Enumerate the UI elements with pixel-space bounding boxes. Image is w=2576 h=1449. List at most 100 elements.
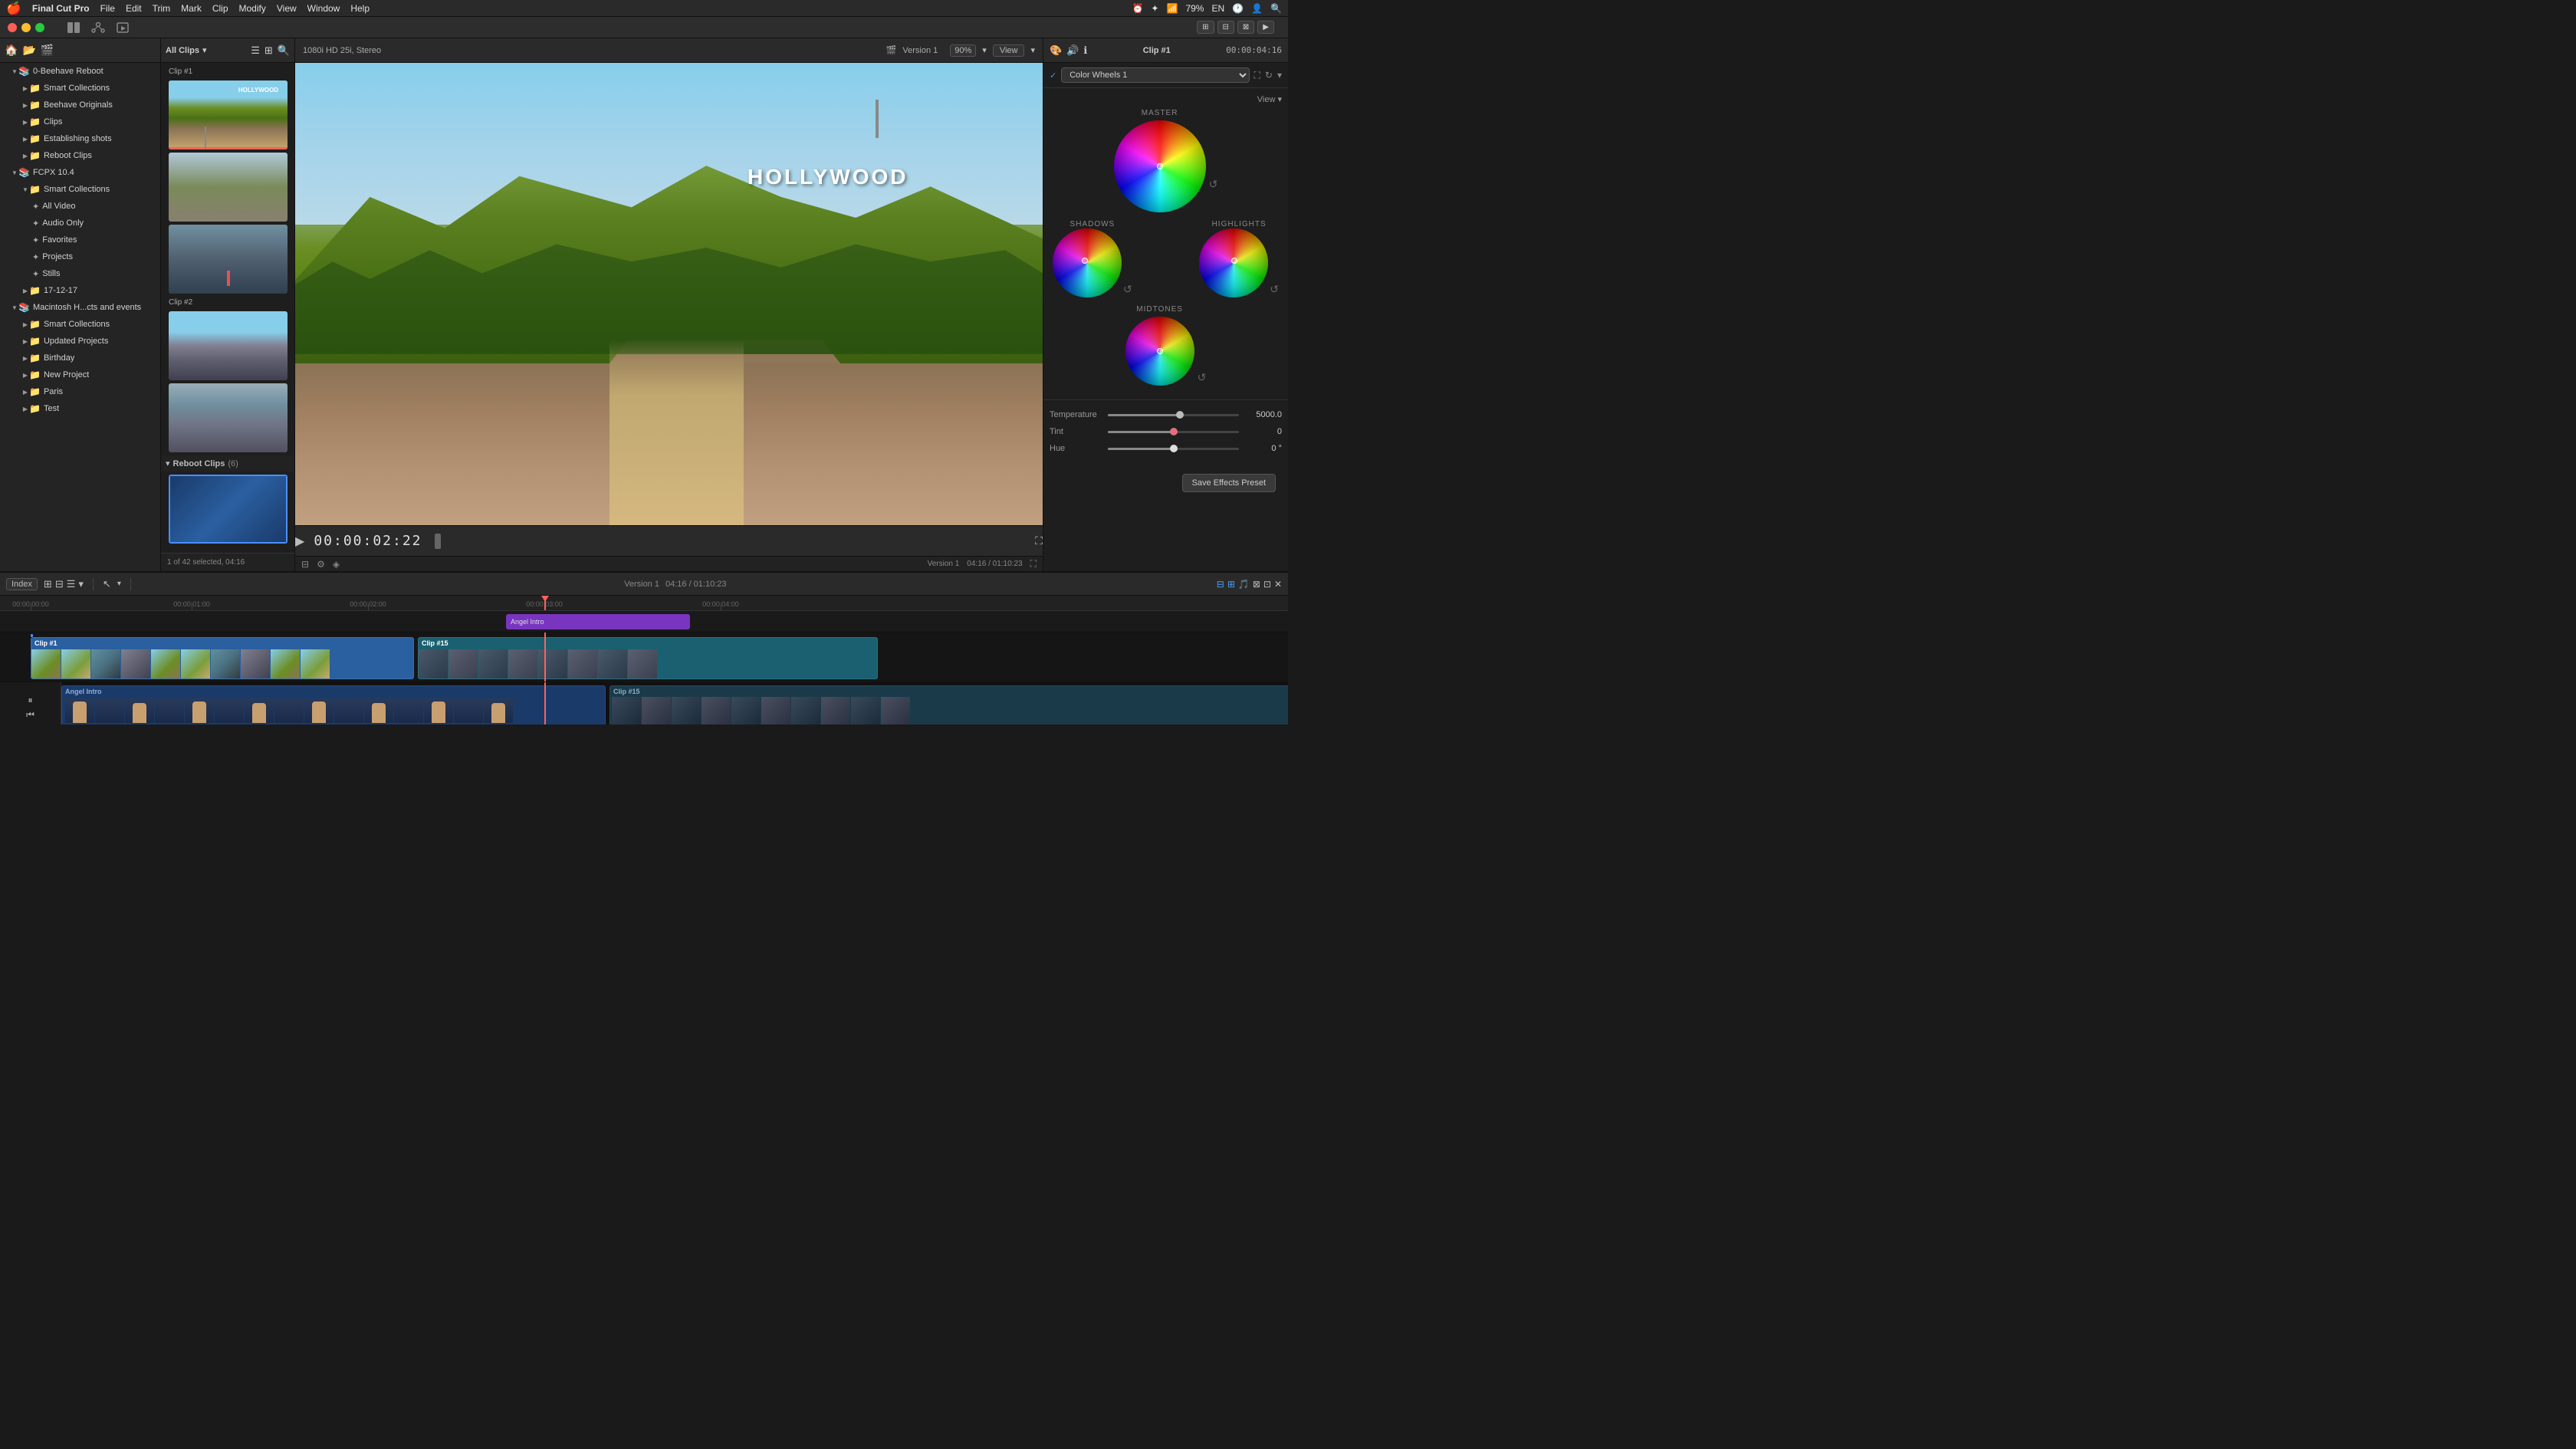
menu-trim[interactable]: Trim xyxy=(153,3,171,14)
search-icon[interactable]: 🔍 xyxy=(278,44,290,57)
clip-view-btn[interactable]: ⊞ xyxy=(44,578,52,590)
toolbar-btn-3[interactable]: ⊠ xyxy=(1237,21,1254,34)
hue-slider[interactable] xyxy=(1108,448,1239,450)
clip-thumb-4[interactable] xyxy=(169,311,288,380)
sidebar-item-smart-collections-3[interactable]: 📁 Smart Collections xyxy=(0,316,160,333)
clip-1-timeline[interactable]: Clip #1 xyxy=(31,637,414,679)
index-label[interactable]: Index xyxy=(6,578,38,590)
sidebar-item-test[interactable]: 📁 Test xyxy=(0,400,160,417)
grid-view-icon[interactable]: ⊞ xyxy=(264,44,273,57)
shadows-wheel[interactable] xyxy=(1053,228,1122,297)
share-icon[interactable] xyxy=(90,20,106,35)
close-button[interactable] xyxy=(8,23,17,32)
timeline-tool-1[interactable]: ⊟ xyxy=(1217,579,1224,590)
sidebar-icon-3[interactable]: 🎬 xyxy=(41,44,54,57)
fullscreen-button[interactable]: ⛶ xyxy=(1035,534,1043,547)
clip-sort-btn[interactable]: ⊟ xyxy=(55,578,64,590)
menu-edit[interactable]: Edit xyxy=(126,3,142,14)
library-icon[interactable] xyxy=(66,20,81,35)
tint-slider[interactable] xyxy=(1108,431,1239,433)
clip-15-timeline[interactable]: Clip #15 xyxy=(418,637,878,679)
toolbar-btn-1[interactable]: ⊞ xyxy=(1197,21,1214,34)
color-wheels-selector[interactable]: Color Wheels 1 xyxy=(1061,67,1249,83)
zoom-dropdown[interactable]: ▾ xyxy=(982,45,987,55)
sidebar-item-beehave-reboot[interactable]: 📚 0-Beehave Reboot xyxy=(0,63,160,80)
timeline-tool-5[interactable]: ⊡ xyxy=(1263,579,1271,590)
sidebar-item-smart-collections-2[interactable]: 📁 Smart Collections xyxy=(0,181,160,198)
master-reset-icon[interactable]: ↺ xyxy=(1209,178,1218,192)
midtones-reset[interactable]: ↺ xyxy=(1198,321,1207,386)
timeline-tool-3[interactable]: 🎵 xyxy=(1238,579,1250,590)
sidebar-item-updated-projects[interactable]: 📁 Updated Projects xyxy=(0,333,160,350)
shadows-reset[interactable]: ↺ xyxy=(1123,237,1132,297)
sidebar-item-macintosh[interactable]: 📚 Macintosh H...cts and events xyxy=(0,299,160,316)
menu-clip[interactable]: Clip xyxy=(212,3,228,14)
layout-icon[interactable]: ⊟ xyxy=(301,559,309,570)
expand-icon[interactable]: ⛶ xyxy=(1254,70,1260,81)
minimize-button[interactable] xyxy=(21,23,31,32)
fullscreen-button[interactable] xyxy=(35,23,44,32)
skip-back-button[interactable]: ⏮ xyxy=(26,709,34,721)
marker-icon[interactable]: ◈ xyxy=(333,559,340,570)
view-dropdown[interactable]: ▾ xyxy=(1030,45,1035,55)
menu-mark[interactable]: Mark xyxy=(181,3,202,14)
dropdown-arrow-icon[interactable]: ▾ xyxy=(202,45,207,55)
angel-intro-clip[interactable]: Angel Intro xyxy=(61,685,606,724)
master-wheel[interactable] xyxy=(1114,120,1206,212)
sidebar-item-establishing-shots[interactable]: 📁 Establishing shots xyxy=(0,130,160,147)
sidebar-item-favorites[interactable]: ✦ Favorites xyxy=(0,232,160,248)
expand-icon[interactable]: ⛶ xyxy=(1030,558,1037,570)
toolbar-btn-4[interactable]: ▶ xyxy=(1257,21,1274,34)
sidebar-item-new-project[interactable]: 📁 New Project xyxy=(0,366,160,383)
view-button[interactable]: View ▾ xyxy=(1050,94,1282,109)
highlights-wheel[interactable] xyxy=(1199,228,1268,297)
sidebar-item-clips[interactable]: 📁 Clips xyxy=(0,113,160,130)
clip-thumb-6[interactable] xyxy=(169,475,288,544)
toolbar-btn-2[interactable]: ⊟ xyxy=(1217,21,1234,34)
section-arrow-icon[interactable]: ▾ xyxy=(166,458,170,468)
clip-15-lower[interactable]: Clip #15 xyxy=(610,685,1288,724)
highlights-reset[interactable]: ↺ xyxy=(1270,237,1279,297)
sidebar-item-17-12-17[interactable]: 📁 17-12-17 xyxy=(0,282,160,299)
timeline-tool-6[interactable]: ✕ xyxy=(1274,579,1282,590)
sidebar-item-all-video[interactable]: ✦ All Video xyxy=(0,198,160,215)
save-effects-preset-button[interactable]: Save Effects Preset xyxy=(1182,474,1276,492)
sidebar-item-stills[interactable]: ✦ Stills xyxy=(0,265,160,282)
sidebar-item-fcpx-104[interactable]: 📚 FCPX 10.4 xyxy=(0,164,160,181)
menu-file[interactable]: File xyxy=(100,3,115,14)
select-dropdown[interactable]: ▾ xyxy=(117,580,121,588)
clip-more-btn[interactable]: ▾ xyxy=(78,578,84,590)
color-board-icon[interactable]: 🎨 xyxy=(1050,44,1062,57)
menu-fcp[interactable]: Final Cut Pro xyxy=(32,3,90,14)
audio-icon[interactable]: 🔊 xyxy=(1066,44,1079,57)
sidebar-item-paris[interactable]: 📁 Paris xyxy=(0,383,160,400)
menu-view[interactable]: View xyxy=(277,3,297,14)
clip-thumb-5[interactable] xyxy=(169,383,288,452)
boogie-lights-clip[interactable]: Angel Intro xyxy=(506,614,690,629)
search-icon[interactable]: 🔍 xyxy=(1270,3,1282,14)
view-button[interactable]: View xyxy=(993,44,1025,57)
play-pause-button[interactable]: ⏸ xyxy=(28,695,32,706)
sidebar-item-audio-only[interactable]: ✦ Audio Only xyxy=(0,215,160,232)
sidebar-item-reboot-clips[interactable]: 📁 Reboot Clips xyxy=(0,147,160,164)
select-tool[interactable]: ↖ xyxy=(103,578,111,590)
tools-icon[interactable]: ⚙ xyxy=(317,559,325,570)
sidebar-icon-2[interactable]: 📂 xyxy=(22,44,35,57)
clip-thumb-2[interactable] xyxy=(169,153,288,222)
timeline-tool-4[interactable]: ⊠ xyxy=(1253,579,1260,590)
clip-info-btn[interactable]: ☰ xyxy=(67,578,76,590)
midtones-wheel[interactable] xyxy=(1125,317,1194,386)
menu-modify[interactable]: Modify xyxy=(239,3,266,14)
options-icon[interactable]: ↻ xyxy=(1265,70,1273,80)
apple-menu[interactable]: 🍎 xyxy=(6,1,21,16)
temperature-slider[interactable] xyxy=(1108,414,1239,416)
info-icon[interactable]: ℹ xyxy=(1083,44,1087,57)
sidebar-icon-1[interactable]: 🏠 xyxy=(5,44,18,57)
clip-thumb-3[interactable] xyxy=(169,225,288,294)
color-wheels-enabled-checkbox[interactable]: ✓ xyxy=(1050,71,1056,80)
menu-help[interactable]: Help xyxy=(350,3,370,14)
media-import-icon[interactable] xyxy=(115,20,130,35)
zoom-level[interactable]: 90% xyxy=(950,44,976,57)
sidebar-item-beehave-originals[interactable]: 📁 Beehave Originals xyxy=(0,97,160,113)
list-view-icon[interactable]: ☰ xyxy=(251,44,260,57)
